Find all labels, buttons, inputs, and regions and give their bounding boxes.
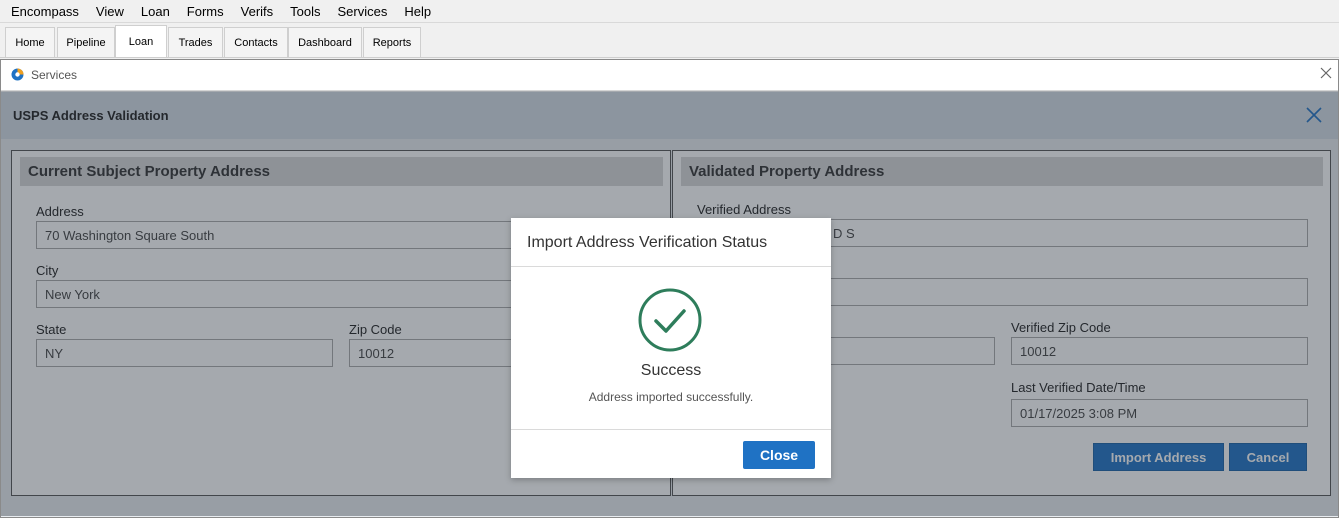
status-dialog: Import Address Verification Status Succe… [511, 218, 831, 478]
tab-pipeline[interactable]: Pipeline [57, 27, 115, 57]
menu-help[interactable]: Help [398, 4, 437, 19]
dialog-header: Import Address Verification Status [511, 218, 831, 267]
menu-verifs[interactable]: Verifs [235, 4, 280, 19]
menu-encompass[interactable]: Encompass [5, 4, 85, 19]
menu-view[interactable]: View [90, 4, 130, 19]
tab-home[interactable]: Home [5, 27, 55, 57]
close-icon[interactable] [1319, 66, 1333, 80]
success-check-icon [638, 288, 702, 352]
window-titlebar: Services [1, 60, 1338, 91]
menu-bar: Encompass View Loan Forms Verifs Tools S… [0, 0, 1339, 23]
tab-bar: Home Pipeline Loan Trades Contacts Dashb… [0, 24, 1339, 58]
tab-reports[interactable]: Reports [363, 27, 421, 57]
tab-loan[interactable]: Loan [115, 25, 167, 58]
dialog-message: Address imported successfully. [588, 390, 754, 404]
dialog-status: Success [640, 362, 702, 379]
dialog-divider [511, 429, 831, 430]
menu-loan[interactable]: Loan [135, 4, 176, 19]
menu-services[interactable]: Services [332, 4, 394, 19]
menu-tools[interactable]: Tools [284, 4, 326, 19]
tab-contacts[interactable]: Contacts [224, 27, 288, 57]
tab-dashboard[interactable]: Dashboard [288, 27, 362, 57]
services-logo-icon [11, 68, 24, 81]
window-title: Services [31, 68, 78, 82]
tab-trades[interactable]: Trades [168, 27, 223, 57]
menu-forms[interactable]: Forms [181, 4, 230, 19]
tab-divider [0, 57, 1339, 58]
dialog-close-button[interactable]: Close [743, 441, 815, 469]
dialog-title: Import Address Verification Status [527, 234, 768, 251]
